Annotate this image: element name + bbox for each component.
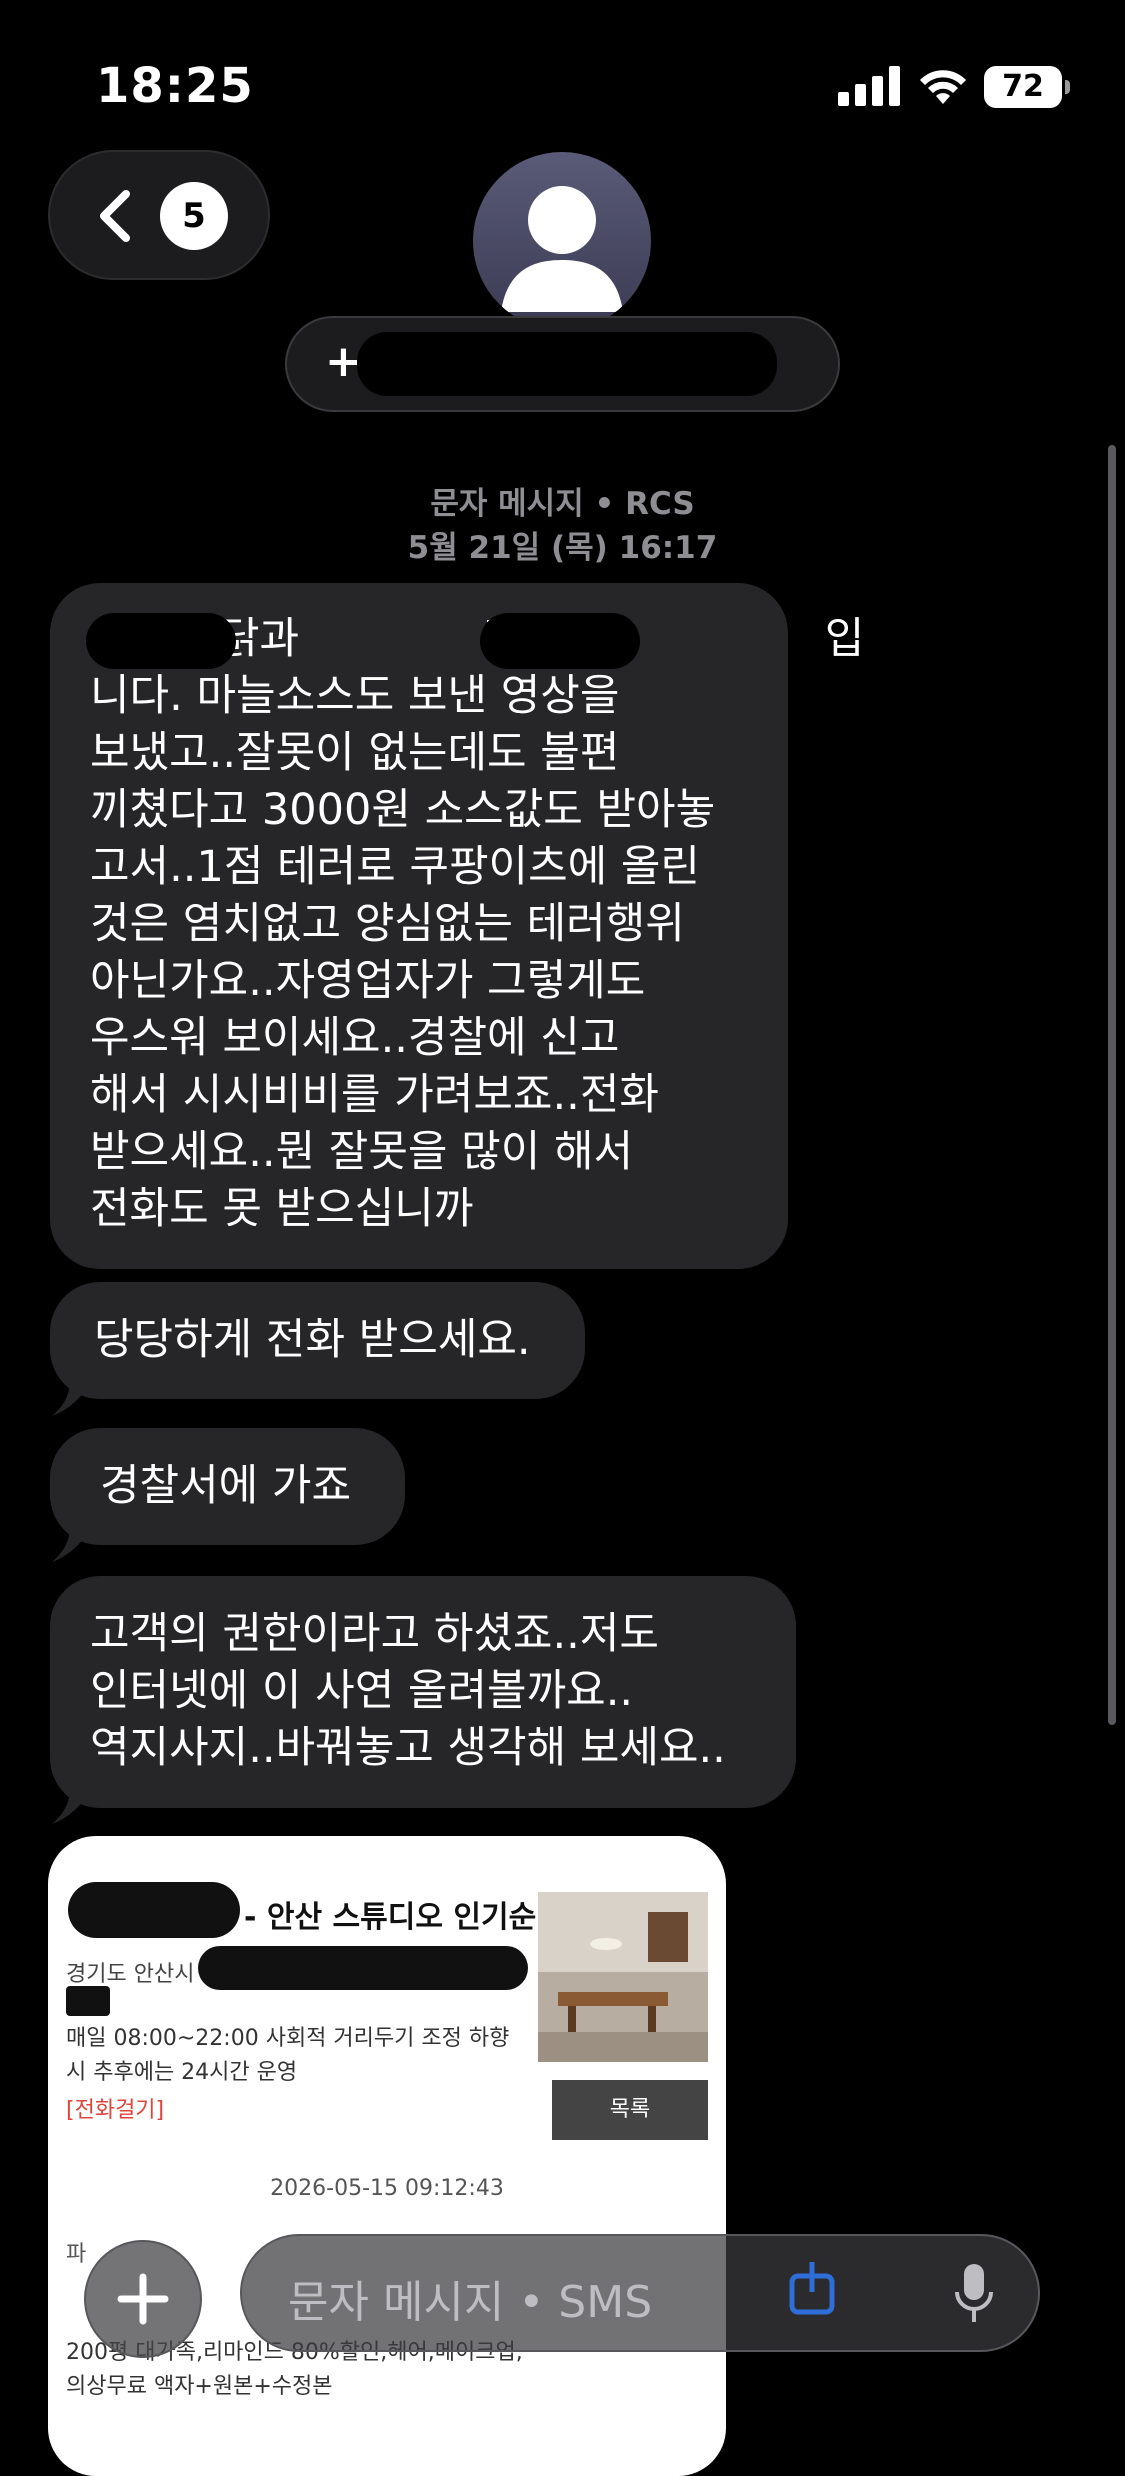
redaction-mark — [198, 1946, 528, 1990]
add-attachment-button[interactable] — [84, 2240, 202, 2358]
message-input[interactable]: 문자 메시지 • SMS — [240, 2234, 1040, 2352]
message-line: 고객의 권한이라고 하셨죠..저도 — [90, 1609, 659, 1659]
list-button[interactable]: 목록 — [552, 2080, 708, 2140]
app-shortcut-icon[interactable] — [782, 2256, 842, 2332]
status-time: 18:25 — [96, 58, 254, 114]
card-address: 경기도 안산시 — [66, 1962, 195, 1987]
message-line: 끼쳤다고 3000원 소스값도 받아놓 — [90, 785, 716, 835]
message-service-label: 문자 메시지 • RCS — [430, 486, 695, 522]
card-second-item: 파 — [66, 2242, 87, 2267]
cellular-signal-icon — [838, 66, 900, 106]
redaction-mark — [86, 613, 236, 669]
message-line: 인터넷에 이 사연 올려볼까요.. — [90, 1666, 634, 1716]
scroll-indicator[interactable] — [1108, 445, 1116, 1725]
plus-icon — [117, 2273, 169, 2325]
redaction-mark — [480, 613, 640, 669]
message-bubble[interactable]: 경찰서에 가죠 — [50, 1428, 405, 1545]
message-line: 해서 시시비비를 가려보죠..전화 — [90, 1070, 659, 1120]
unread-count-badge: 5 — [160, 182, 228, 250]
bubble-tail — [52, 1788, 92, 1824]
input-placeholder: 문자 메시지 • SMS — [288, 2277, 653, 2328]
wifi-icon — [920, 70, 966, 104]
redaction-mark — [68, 1882, 240, 1938]
person-silhouette-icon — [501, 186, 623, 312]
message-line: 역지사지..바꿔놓고 생각해 보세요.. — [90, 1723, 726, 1773]
message-line: 보냈고..잘못이 없는데도 불편 — [90, 728, 620, 778]
bubble-tail — [52, 1380, 92, 1416]
message-line: 것은 염치없고 양심없는 테러행위 — [90, 899, 685, 949]
message-line: 전화도 못 받으십니까 — [90, 1184, 474, 1234]
card-date: 2026-05-15 09:12:43 — [270, 2176, 504, 2201]
call-link[interactable]: [전화걸기] — [66, 2092, 164, 2124]
message-line: 아닌가요..자영업자가 그렇게도 — [90, 956, 646, 1006]
message-line: 니다. 마늘소스도 보낸 영상을 — [90, 671, 620, 721]
message-line: 받으세요..뭔 잘못을 많이 해서 — [90, 1127, 634, 1177]
message-bubble[interactable]: 고객의 권한이라고 하셨죠..저도 인터넷에 이 사연 올려볼까요.. 역지사지… — [50, 1576, 796, 1808]
message-line: 당당하게 전화 받으세요. — [94, 1315, 531, 1365]
card-thumbnail — [538, 1892, 708, 2062]
message-bubble[interactable]: 당당하게 전화 받으세요. — [50, 1282, 585, 1399]
redaction-mark — [66, 1986, 110, 2016]
thread-timestamp: 5월 21일 (목) 16:17 — [407, 530, 718, 566]
back-button[interactable]: 5 — [48, 150, 270, 280]
card-title: - 안산 스튜디오 인기순 — [244, 1900, 537, 1935]
bubble-tail — [52, 1526, 92, 1562]
message-bubble[interactable]: 닭과 관련없는 입 니다. 마늘소스도 보낸 영상을 보냈고..잘못이 없는데도… — [50, 583, 864, 1269]
battery-indicator: 72 — [984, 66, 1070, 108]
message-line: 경찰서에 가죠 — [100, 1461, 352, 1511]
message-line: 고서..1점 테러로 쿠팡이츠에 올린 — [90, 842, 700, 892]
contact-name-pill[interactable]: + — [285, 316, 840, 412]
message-line: 우스워 보이세요..경찰에 신고 — [90, 1013, 620, 1063]
link-preview-card[interactable]: - 안산 스튜디오 인기순 경기도 안산시 매일 08:00~22:00 사회적… — [48, 1836, 726, 2476]
card-hours: 매일 08:00~22:00 사회적 거리두기 조정 하향 시 추후에는 24시… — [66, 2026, 510, 2085]
contact-avatar[interactable] — [473, 152, 651, 330]
chevron-left-icon — [100, 190, 130, 242]
redaction-mark — [357, 332, 777, 396]
microphone-icon[interactable] — [954, 2262, 994, 2326]
